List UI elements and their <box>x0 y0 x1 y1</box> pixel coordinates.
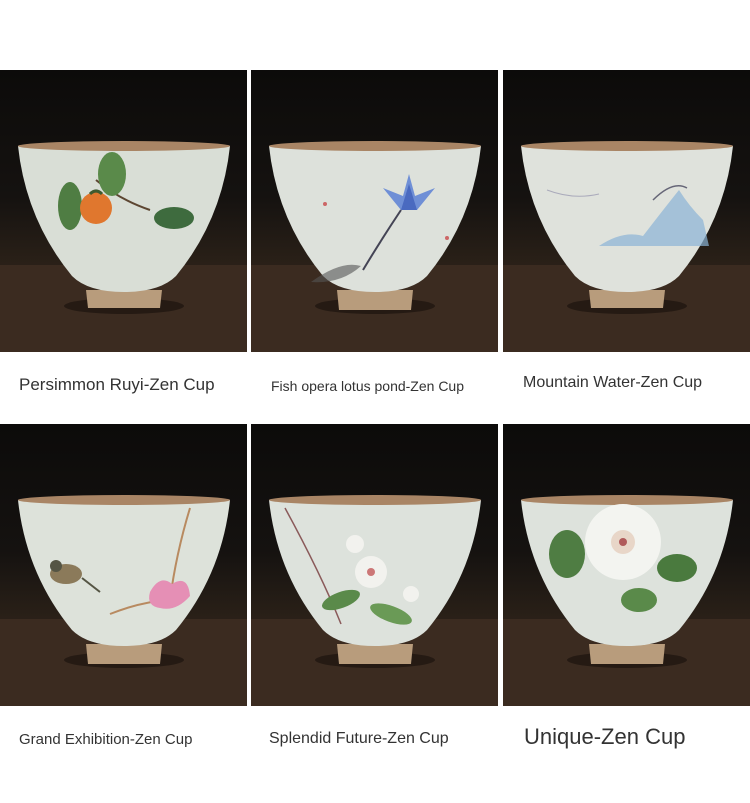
persimmon-cup-illustration <box>0 141 247 352</box>
product-caption: Mountain Water-Zen Cup <box>523 374 703 391</box>
product-photo-mountain-cup[interactable] <box>503 70 750 352</box>
product-caption: Fish opera lotus pond-Zen Cup <box>271 378 464 394</box>
product-photo-bird-cup[interactable] <box>0 424 247 706</box>
product-caption: Unique-Zen Cup <box>524 724 686 749</box>
camellia-cup-illustration <box>503 495 750 706</box>
product-photo-lotus-cup[interactable] <box>251 70 498 352</box>
product-photo-persimmon-cup[interactable] <box>0 70 247 352</box>
product-caption: Splendid Future-Zen Cup <box>269 730 449 747</box>
bird-magnolia-cup-illustration <box>0 495 247 706</box>
product-caption: Persimmon Ruyi-Zen Cup <box>19 375 215 394</box>
mountain-cup-illustration <box>503 141 750 352</box>
lotus-cup-illustration <box>251 141 498 352</box>
product-photo-flower-branch-cup[interactable] <box>251 424 498 706</box>
product-caption: Grand Exhibition-Zen Cup <box>19 731 193 748</box>
product-photo-camellia-cup[interactable] <box>503 424 750 706</box>
flower-branch-cup-illustration <box>251 495 498 706</box>
